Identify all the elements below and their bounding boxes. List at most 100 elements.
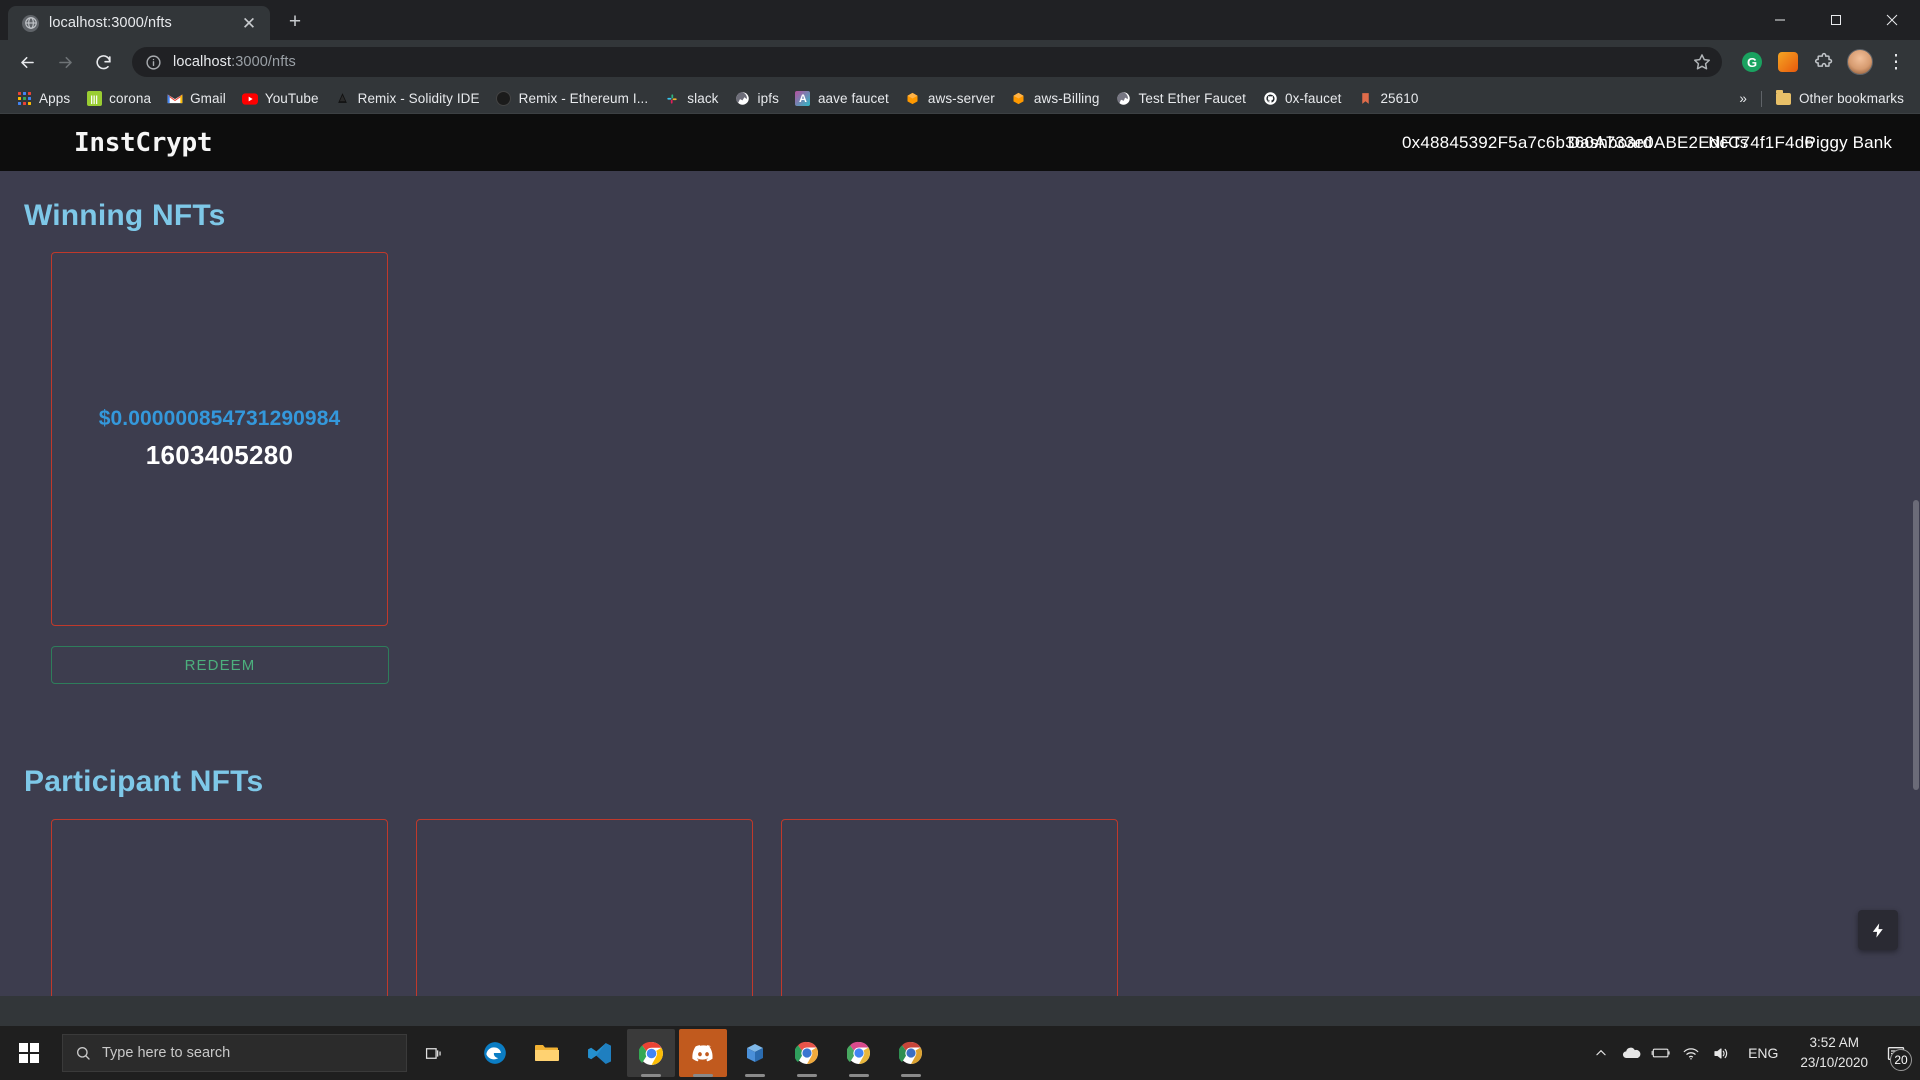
- bookmark-gmail[interactable]: Gmail: [159, 87, 234, 111]
- gmail-icon: [167, 91, 183, 107]
- task-view-icon[interactable]: [407, 1026, 461, 1080]
- tab-strip: localhost:3000/nfts ✕ +: [0, 0, 1920, 40]
- bookmark-aave-faucet[interactable]: A aave faucet: [787, 87, 897, 111]
- onedrive-icon[interactable]: [1616, 1026, 1646, 1080]
- bookmark-label: aave faucet: [817, 91, 889, 106]
- reload-icon[interactable]: [86, 45, 120, 79]
- address-bar[interactable]: localhost:3000/nfts: [132, 47, 1722, 77]
- maximize-icon[interactable]: [1808, 0, 1864, 40]
- back-arrow-icon[interactable]: [10, 45, 44, 79]
- bookmark-remix-ethereum[interactable]: Remix - Ethereum I...: [488, 87, 657, 111]
- bookmark-label: Test Ether Faucet: [1138, 91, 1246, 106]
- scrollbar-thumb[interactable]: [1913, 500, 1919, 790]
- url-path: :3000/nfts: [231, 54, 296, 70]
- aws-cube-icon: [905, 91, 921, 107]
- chrome-dev-icon[interactable]: [783, 1029, 831, 1077]
- chrome-canary-icon[interactable]: [835, 1029, 883, 1077]
- wallet-address[interactable]: 0x48845392F5a7c6b360A733e0ABE2EdcC74f1F4…: [1402, 133, 1814, 153]
- bookmark-test-ether-faucet[interactable]: Test Ether Faucet: [1108, 87, 1255, 111]
- bookmark-label: Remix - Ethereum I...: [518, 91, 649, 106]
- language-indicator[interactable]: ENG: [1736, 1045, 1790, 1061]
- address-bar-text: localhost:3000/nfts: [173, 54, 296, 70]
- wifi-icon[interactable]: [1676, 1026, 1706, 1080]
- show-hidden-icons-icon[interactable]: [1586, 1026, 1616, 1080]
- bookmark-label: aws-Billing: [1033, 91, 1100, 106]
- remix-icon: [335, 91, 351, 107]
- nft-id: 1603405280: [145, 440, 294, 470]
- app-brand[interactable]: InstCrypt: [74, 128, 212, 158]
- bookmark-youtube[interactable]: YouTube: [234, 87, 327, 111]
- page-scrollbar[interactable]: [1912, 114, 1920, 996]
- forward-arrow-icon[interactable]: [48, 45, 82, 79]
- bookmark-aws-billing[interactable]: aws-Billing: [1003, 87, 1108, 111]
- profile-avatar[interactable]: [1846, 48, 1874, 76]
- nft-card[interactable]: [416, 819, 753, 996]
- taskbar-search-input[interactable]: Type here to search: [62, 1034, 407, 1072]
- corona-icon: |||: [86, 91, 102, 107]
- system-tray: ENG 3:52 AM 23/10/2020 20: [1586, 1026, 1920, 1080]
- chrome-icon[interactable]: [627, 1029, 675, 1077]
- browser-tab[interactable]: localhost:3000/nfts ✕: [8, 6, 270, 40]
- bookmark-slack[interactable]: slack: [656, 87, 726, 111]
- bookmark-label: Remix - Solidity IDE: [357, 91, 480, 106]
- metamask-icon[interactable]: [1774, 48, 1802, 76]
- aws-cube-icon: [1011, 91, 1027, 107]
- bookmark-label: 0x-faucet: [1285, 91, 1342, 106]
- discord-icon[interactable]: [679, 1029, 727, 1077]
- ipfs-icon: [735, 91, 751, 107]
- notification-count: 20: [1890, 1049, 1912, 1071]
- bookmark-star-icon[interactable]: [1692, 52, 1712, 72]
- bookmark-25610[interactable]: 25610: [1349, 87, 1426, 111]
- app-navbar: InstCrypt Dashboard NFTs Piggy Bank 0x48…: [0, 114, 1920, 171]
- bookmark-remix-solidity[interactable]: Remix - Solidity IDE: [327, 87, 488, 111]
- redeem-button[interactable]: REDEEM: [51, 646, 389, 684]
- close-icon[interactable]: ✕: [238, 12, 260, 34]
- search-placeholder: Type here to search: [102, 1045, 231, 1061]
- bookmarks-overflow-button[interactable]: »: [1731, 87, 1755, 111]
- bookmark-ipfs[interactable]: ipfs: [727, 87, 787, 111]
- lightning-bolt-icon[interactable]: [1858, 910, 1898, 950]
- windows-start-icon[interactable]: [0, 1026, 58, 1080]
- nft-card[interactable]: [781, 819, 1118, 996]
- youtube-icon: [241, 91, 258, 107]
- browser-window: localhost:3000/nfts ✕ + localhost:3000/n…: [0, 0, 1920, 1026]
- chrome-beta-icon[interactable]: [887, 1029, 935, 1077]
- browser-toolbar: localhost:3000/nfts G ⋮: [0, 40, 1920, 84]
- taskbar-apps: [471, 1029, 935, 1077]
- battery-charging-icon[interactable]: [1646, 1026, 1676, 1080]
- store-icon[interactable]: [731, 1029, 779, 1077]
- close-icon[interactable]: [1864, 0, 1920, 40]
- file-explorer-icon[interactable]: [523, 1029, 571, 1077]
- browser-menu-icon[interactable]: ⋮: [1882, 48, 1910, 76]
- winning-nfts-title: Winning NFTs: [24, 199, 226, 232]
- bookmarks-bar: Apps ||| corona Gmail YouTube Remix - So…: [0, 84, 1920, 114]
- bookmark-apps[interactable]: Apps: [8, 87, 78, 111]
- volume-icon[interactable]: [1706, 1026, 1736, 1080]
- notifications-icon[interactable]: 20: [1878, 1026, 1914, 1080]
- vscode-icon[interactable]: [575, 1029, 623, 1077]
- nft-card[interactable]: [51, 819, 388, 996]
- bookmark-label: Gmail: [190, 91, 226, 106]
- nft-card[interactable]: $0.000000854731290984 1603405280: [51, 252, 388, 626]
- taskbar-clock[interactable]: 3:52 AM 23/10/2020: [1790, 1033, 1878, 1072]
- bookmark-label: 25610: [1380, 91, 1419, 106]
- edge-icon[interactable]: [471, 1029, 519, 1077]
- tab-title: localhost:3000/nfts: [49, 15, 172, 31]
- minimize-icon[interactable]: [1752, 0, 1808, 40]
- participant-nfts-list: [0, 799, 1920, 996]
- bookmark-corona[interactable]: ||| corona: [78, 87, 159, 111]
- clock-date: 23/10/2020: [1800, 1055, 1868, 1070]
- bookmark-0x-faucet[interactable]: 0x-faucet: [1254, 87, 1349, 111]
- extensions-puzzle-icon[interactable]: [1810, 48, 1838, 76]
- new-tab-button[interactable]: +: [280, 7, 310, 37]
- other-bookmarks-folder[interactable]: Other bookmarks: [1768, 87, 1912, 111]
- site-info-icon[interactable]: [145, 54, 162, 71]
- bookmark-label: slack: [687, 91, 719, 106]
- bookmarks-overflow: » Other bookmarks: [1731, 87, 1912, 111]
- bookmark-aws-server[interactable]: aws-server: [897, 87, 1003, 111]
- grammarly-extension-icon[interactable]: G: [1738, 48, 1766, 76]
- nft-price: $0.000000854731290984: [98, 407, 341, 430]
- aave-icon: A: [795, 91, 811, 107]
- globe-icon: [1116, 91, 1132, 107]
- apps-grid-icon: [16, 91, 32, 107]
